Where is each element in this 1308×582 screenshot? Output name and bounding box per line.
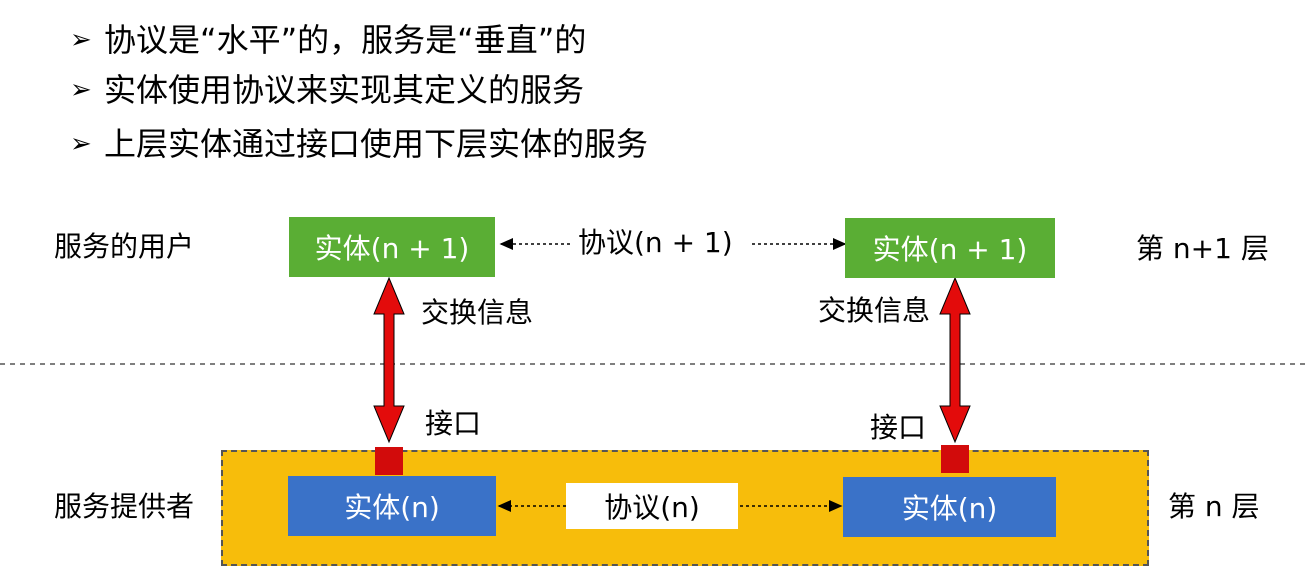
- service-provider-label: 服务提供者: [54, 490, 195, 523]
- interface-label-right: 接口: [870, 411, 927, 444]
- exchange-label-right: 交换信息: [818, 294, 931, 327]
- protocol-lower-label: 协议(n): [604, 491, 700, 524]
- entity-label: 实体(n): [344, 491, 440, 524]
- entity-lower-left: 实体(n): [288, 476, 496, 536]
- entity-label: 实体(n + 1): [314, 232, 470, 265]
- layer-upper-label: 第 n+1 层: [1136, 232, 1269, 265]
- entity-upper-right: 实体(n + 1): [845, 218, 1055, 278]
- protocol-upper-label: 协议(n + 1): [578, 226, 733, 259]
- protocol-lower-label-box: 协议(n): [566, 483, 738, 529]
- service-user-label: 服务的用户: [54, 230, 195, 263]
- layer-lower-label: 第 n 层: [1168, 490, 1260, 523]
- exchange-label-left: 交换信息: [421, 296, 534, 329]
- entity-label: 实体(n): [901, 492, 998, 525]
- exchange-arrow-left: [373, 276, 405, 444]
- entity-label: 实体(n + 1): [872, 233, 1028, 266]
- entity-upper-left: 实体(n + 1): [289, 217, 495, 277]
- entity-lower-right: 实体(n): [843, 477, 1056, 537]
- interface-right: [941, 445, 969, 473]
- exchange-arrow-right: [939, 276, 971, 444]
- interface-left: [375, 447, 403, 475]
- interface-label-left: 接口: [425, 407, 482, 440]
